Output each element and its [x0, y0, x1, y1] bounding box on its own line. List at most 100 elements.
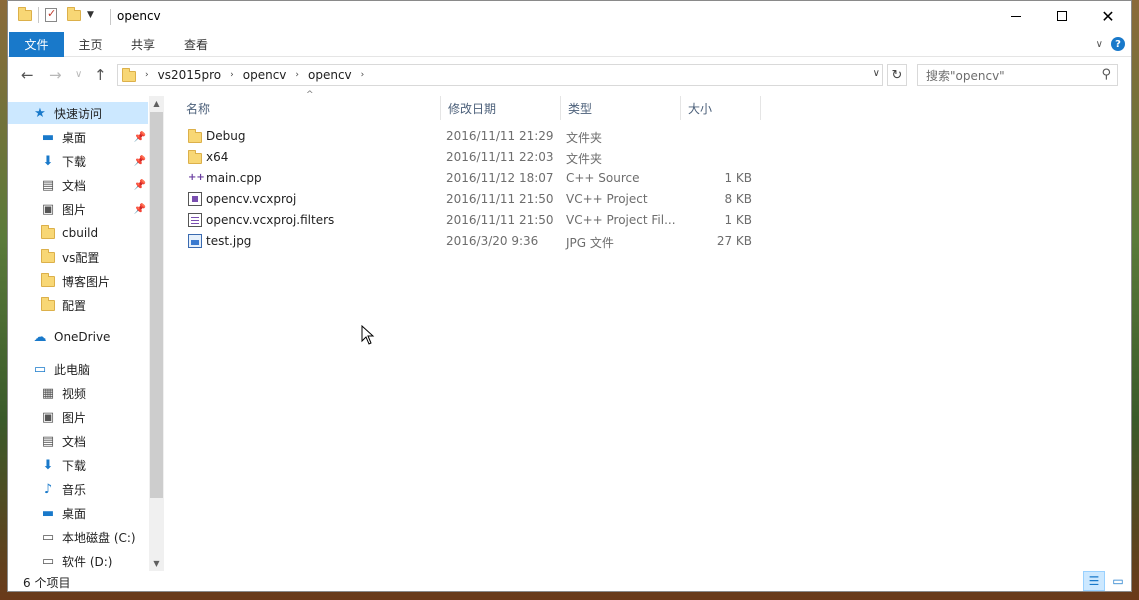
column-header-date[interactable]: 修改日期 [440, 96, 560, 120]
file-name: main.cpp [206, 171, 262, 185]
file-date: 2016/11/11 21:50 [446, 192, 554, 206]
breadcrumb-vs2015pro[interactable]: vs2015pro [158, 68, 222, 82]
nav-pc-desktop[interactable]: ▬ 桌面 [8, 502, 148, 524]
scroll-down-icon[interactable]: ▼ [149, 556, 164, 571]
new-folder-icon[interactable] [67, 6, 81, 21]
cloud-icon: ☁ [33, 329, 47, 345]
nav-pc-pictures[interactable]: ▣ 图片 [8, 406, 148, 428]
quick-access-toolbar: ▼ [18, 6, 94, 23]
pin-icon[interactable]: 📌 [134, 180, 146, 191]
scroll-up-icon[interactable]: ▲ [149, 96, 164, 111]
nav-downloads[interactable]: ⬇ 下载 📌 [8, 150, 148, 172]
pictures-icon: ▣ [41, 409, 55, 425]
chevron-right-icon[interactable]: › [361, 70, 365, 80]
file-size: 27 KB [716, 234, 752, 248]
column-header-size[interactable]: 大小 [680, 96, 760, 120]
desktop-icon: ▬ [41, 505, 55, 521]
nav-label: 配置 [62, 298, 87, 313]
nav-label: 本地磁盘 (C:) [62, 530, 136, 545]
column-divider[interactable] [760, 96, 761, 120]
details-view-button[interactable]: ☰ [1083, 571, 1105, 591]
properties-icon[interactable] [45, 7, 57, 22]
nav-pc-downloads[interactable]: ⬇ 下载 [8, 454, 148, 476]
video-icon: ▦ [41, 385, 55, 401]
recent-locations-icon[interactable]: ∨ [75, 69, 82, 80]
nav-folder-cbuild[interactable]: cbuild [8, 222, 148, 244]
title-bar: ▼ opencv ✕ [8, 1, 1131, 32]
file-row-vcxproj-filters[interactable]: opencv.vcxproj.filters 2016/11/11 21:50 … [178, 210, 768, 231]
nav-desktop[interactable]: ▬ 桌面 📌 [8, 126, 148, 148]
search-input[interactable]: 搜索"opencv" ⚲ [917, 64, 1118, 86]
chevron-right-icon[interactable]: › [230, 70, 234, 80]
nav-label: 音乐 [62, 482, 87, 497]
folder-icon[interactable] [18, 6, 32, 21]
download-icon: ⬇ [42, 153, 54, 169]
tab-share[interactable]: 共享 [117, 32, 169, 57]
help-icon[interactable]: ? [1111, 37, 1125, 51]
pin-icon[interactable]: 📌 [134, 204, 146, 215]
address-history-dropdown-icon[interactable]: ∨ [873, 68, 880, 79]
file-name: opencv.vcxproj.filters [206, 213, 335, 227]
nav-drive-c[interactable]: ▭ 本地磁盘 (C:) [8, 526, 148, 548]
music-icon: ♪ [43, 481, 53, 497]
expand-ribbon-icon[interactable]: ∨ [1096, 39, 1103, 50]
back-button[interactable]: ← [21, 66, 34, 84]
filters-file-icon [188, 213, 202, 227]
nav-drive-d[interactable]: ▭ 软件 (D:) [8, 550, 148, 571]
pin-icon[interactable]: 📌 [134, 132, 146, 143]
document-icon: ▤ [41, 433, 55, 449]
file-type: C++ Source [566, 171, 640, 185]
customize-dropdown-icon[interactable]: ▼ [87, 10, 94, 20]
large-icons-view-button[interactable]: ▭ [1107, 571, 1129, 591]
nav-documents[interactable]: ▤ 文档 📌 [8, 174, 148, 196]
nav-this-pc[interactable]: ▭ 此电脑 [8, 358, 148, 380]
nav-music[interactable]: ♪ 音乐 [8, 478, 148, 500]
file-row-test-jpg[interactable]: test.jpg 2016/3/20 9:36 JPG 文件 27 KB [178, 231, 768, 252]
minimize-button[interactable] [993, 1, 1039, 31]
file-date: 2016/11/11 21:29 [446, 129, 554, 143]
column-header-type[interactable]: 类型 [560, 96, 680, 120]
close-button[interactable]: ✕ [1085, 1, 1131, 31]
search-icon[interactable]: ⚲ [1101, 67, 1111, 82]
explorer-window: ▼ opencv ✕ 文件 主页 共享 查看 ∨ ? ← → ∨ ↑ › vs2… [7, 0, 1132, 592]
image-file-icon [188, 234, 202, 248]
refresh-icon: ↻ [891, 67, 903, 83]
file-date: 2016/11/11 22:03 [446, 150, 554, 164]
tab-view[interactable]: 查看 [170, 32, 222, 57]
nav-folder-blog-images[interactable]: 博客图片 [8, 270, 148, 292]
nav-folder-vs-config[interactable]: vs配置 [8, 246, 148, 268]
address-bar[interactable]: › vs2015pro › opencv › opencv › ∨ [117, 64, 883, 86]
nav-quick-access[interactable]: ★ 快速访问 [8, 102, 148, 124]
maximize-button[interactable] [1039, 1, 1085, 31]
file-row-debug[interactable]: Debug 2016/11/11 21:29 文件夹 [178, 126, 768, 147]
column-header-name[interactable]: 名称 [178, 96, 440, 120]
chevron-right-icon[interactable]: › [145, 70, 149, 80]
tab-home[interactable]: 主页 [65, 32, 116, 57]
nav-label: 软件 (D:) [62, 554, 113, 569]
nav-pictures[interactable]: ▣ 图片 📌 [8, 198, 148, 220]
up-button[interactable]: ↑ [94, 66, 107, 84]
nav-videos[interactable]: ▦ 视频 [8, 382, 148, 404]
chevron-right-icon[interactable]: › [295, 70, 299, 80]
nav-pane-scrollbar[interactable]: ▲ ▼ [149, 96, 164, 571]
tab-file[interactable]: 文件 [9, 32, 64, 57]
ribbon-tabs: 文件 主页 共享 查看 ∨ ? [8, 32, 1131, 57]
file-row-x64[interactable]: x64 2016/11/11 22:03 文件夹 [178, 147, 768, 168]
nav-onedrive[interactable]: ☁ OneDrive [8, 326, 148, 348]
breadcrumb-opencv[interactable]: opencv [308, 68, 352, 82]
file-row-vcxproj[interactable]: opencv.vcxproj 2016/11/11 21:50 VC++ Pro… [178, 189, 768, 210]
nav-folder-config[interactable]: 配置 [8, 294, 148, 316]
forward-button[interactable]: → [49, 66, 62, 84]
refresh-button[interactable]: ↻ [887, 64, 907, 86]
navigation-pane: ★ 快速访问 ▬ 桌面 📌 ⬇ 下载 📌 ▤ 文档 📌 ▣ 图片 📌 cbuil… [8, 96, 165, 571]
breadcrumb-opencv-parent[interactable]: opencv [243, 68, 287, 82]
nav-label: 图片 [62, 202, 87, 217]
nav-pc-documents[interactable]: ▤ 文档 [8, 430, 148, 452]
document-icon: ▤ [41, 177, 55, 193]
file-row-main-cpp[interactable]: ++ main.cpp 2016/11/12 18:07 C++ Source … [178, 168, 768, 189]
file-name: test.jpg [206, 234, 252, 248]
mouse-cursor-icon [361, 325, 375, 345]
scrollbar-thumb[interactable] [150, 112, 163, 498]
pin-icon[interactable]: 📌 [134, 156, 146, 167]
close-icon: ✕ [1101, 6, 1115, 26]
